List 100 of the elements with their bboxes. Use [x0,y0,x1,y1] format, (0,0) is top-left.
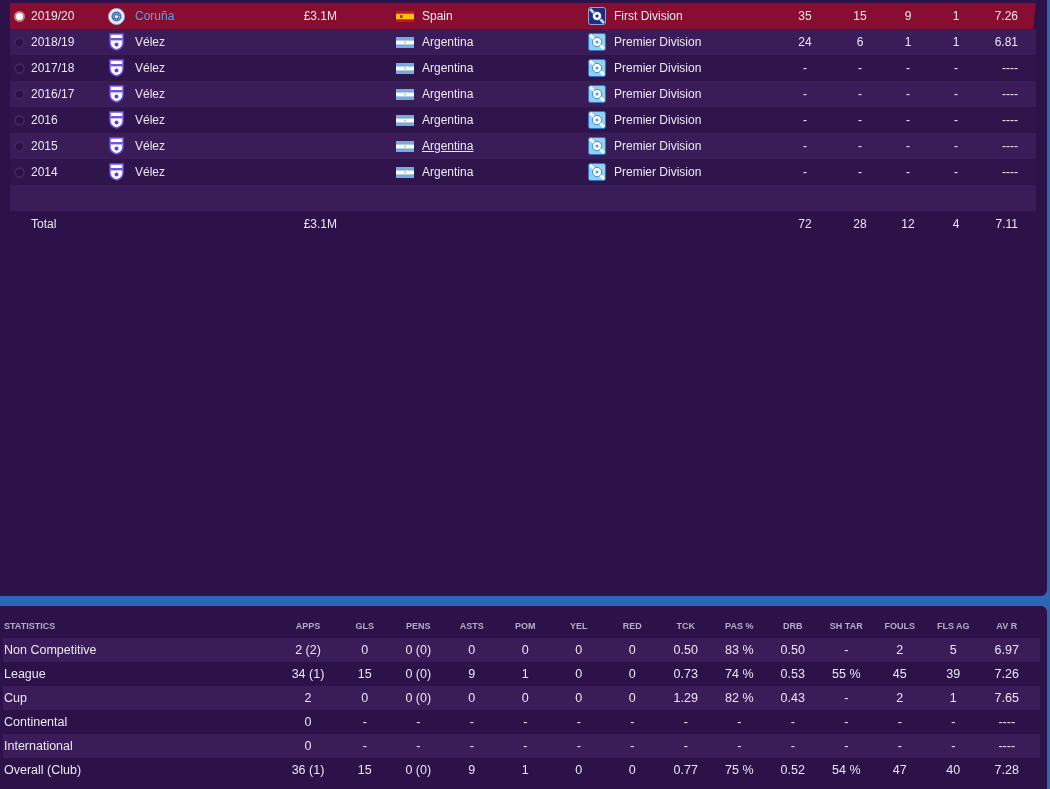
ball-badge-icon [588,85,606,103]
ball-badge-icon [588,7,606,25]
division-link[interactable]: Premier Division [614,139,702,153]
table-cell: - [803,165,807,179]
row-label: International [4,739,73,753]
table-row[interactable]: 2014 Vélez Argentina Premier Division - - - - ---- [10,159,1036,185]
table-row[interactable]: 2016 Vélez Argentina Premier Division - - - - ---- [10,107,1036,133]
table-cell: - [576,739,581,753]
radio-button[interactable] [13,114,25,126]
column-header: FLS AG [936,620,970,631]
table-cell: 0 [468,643,476,657]
nation-link[interactable]: Argentina [422,87,474,101]
radio-button[interactable] [13,140,25,152]
column-header: SH TAR [829,620,863,631]
table-cell: - [523,715,528,729]
table-cell: - [897,715,902,729]
nation-link[interactable]: Argentina [422,35,474,49]
table-cell: 0.77 [673,763,698,777]
division-link[interactable]: Premier Division [614,61,702,75]
shield-crest-icon [109,33,124,51]
division-link[interactable]: Premier Division [614,165,702,179]
nation-link[interactable]: Spain [422,9,453,23]
table-cell: 28 [853,217,867,231]
table-cell: - [906,165,910,179]
table-cell: 7.28 [994,763,1019,777]
table-cell: 0 [575,763,583,777]
club-link[interactable]: Vélez [135,165,166,179]
table-cell: - [951,715,956,729]
flag-icon [396,10,414,22]
table-cell: - [858,165,862,179]
table-cell: 2014 [31,165,58,179]
row-label: Continental [4,715,68,729]
table-cell: 0 [304,739,312,753]
nation-link[interactable]: Argentina [422,165,474,179]
club-link[interactable]: Vélez [135,61,166,75]
nation-link[interactable]: Argentina [422,113,474,127]
table-cell: 0 [628,667,636,681]
table-cell: 2018/19 [31,35,75,49]
radio-button[interactable] [13,36,25,48]
radio-button[interactable] [13,166,25,178]
nation-link[interactable]: Argentina [422,61,474,75]
column-header: GLS [355,620,374,631]
table-cell: - [954,87,958,101]
club-link[interactable]: Vélez [135,113,166,127]
table-cell: - [906,113,910,127]
table-row[interactable]: 2015 Vélez Argentina Premier Division - - - - ---- [10,133,1036,159]
table-cell: - [858,139,862,153]
division-link[interactable]: Premier Division [614,113,702,127]
table-row[interactable]: 2016/17 Vélez Argentina Premier Division - - - - ---- [10,81,1036,107]
table-cell: ---- [1002,139,1018,153]
table-cell: 0 [304,715,312,729]
table-cell: - [469,739,474,753]
table-cell: 9 [904,9,912,23]
table-cell: 34 (1) [291,667,325,681]
table-cell: 1 [521,763,529,777]
nation-link[interactable]: Argentina [422,139,474,153]
club-link[interactable]: Vélez [135,87,166,101]
round-crest-icon [108,7,125,25]
club-link[interactable]: Vélez [135,139,166,153]
table-cell: - [737,715,742,729]
table-cell: - [803,113,807,127]
table-cell: 2016/17 [31,87,75,101]
table-cell: 1 [952,9,960,23]
table-cell: 72 [798,217,812,231]
table-cell: 0.53 [780,667,805,681]
table-cell: 1 [952,35,960,49]
table-cell: - [844,691,849,705]
radio-button[interactable] [13,62,25,74]
table-cell: 24 [798,35,812,49]
table-cell: 2 [304,691,312,705]
division-link[interactable]: Premier Division [614,35,702,49]
table-cell: 2015 [31,139,58,153]
table-cell: 1 [949,691,957,705]
table-cell: 7.65 [994,691,1019,705]
table-cell: ---- [998,739,1016,753]
table-cell: 15 [853,9,867,23]
flag-icon [396,62,414,74]
table-cell: - [630,715,635,729]
table-cell: ---- [1002,61,1018,75]
table-cell: 0 (0) [405,643,432,657]
table-cell: 0 (0) [405,691,432,705]
division-link[interactable]: First Division [614,9,683,23]
column-header: AV R [996,620,1018,631]
radio-button[interactable] [13,10,25,22]
table-cell: - [906,61,910,75]
table-row[interactable]: 2017/18 Vélez Argentina Premier Division - - - - ---- [10,55,1036,81]
radio-button[interactable] [13,88,25,100]
column-header: FOULS [884,620,915,631]
shield-crest-icon [109,111,124,129]
table-row[interactable]: 2018/19 Vélez Argentina Premier Division 24 6 1 1 6.81 [10,29,1036,55]
division-link[interactable]: Premier Division [614,87,702,101]
club-link[interactable]: Vélez [135,35,166,49]
table-cell: - [576,715,581,729]
table-row[interactable]: 2019/20 Coruña £3.1M Spain First Division 35 15 9 1 7.26 [10,3,1036,29]
table-cell: 75 % [725,763,754,777]
club-link[interactable]: Coruña [135,9,175,23]
table-cell: - [858,113,862,127]
shield-crest-icon [109,85,124,103]
table-cell: - [954,113,958,127]
table-cell: - [523,739,528,753]
